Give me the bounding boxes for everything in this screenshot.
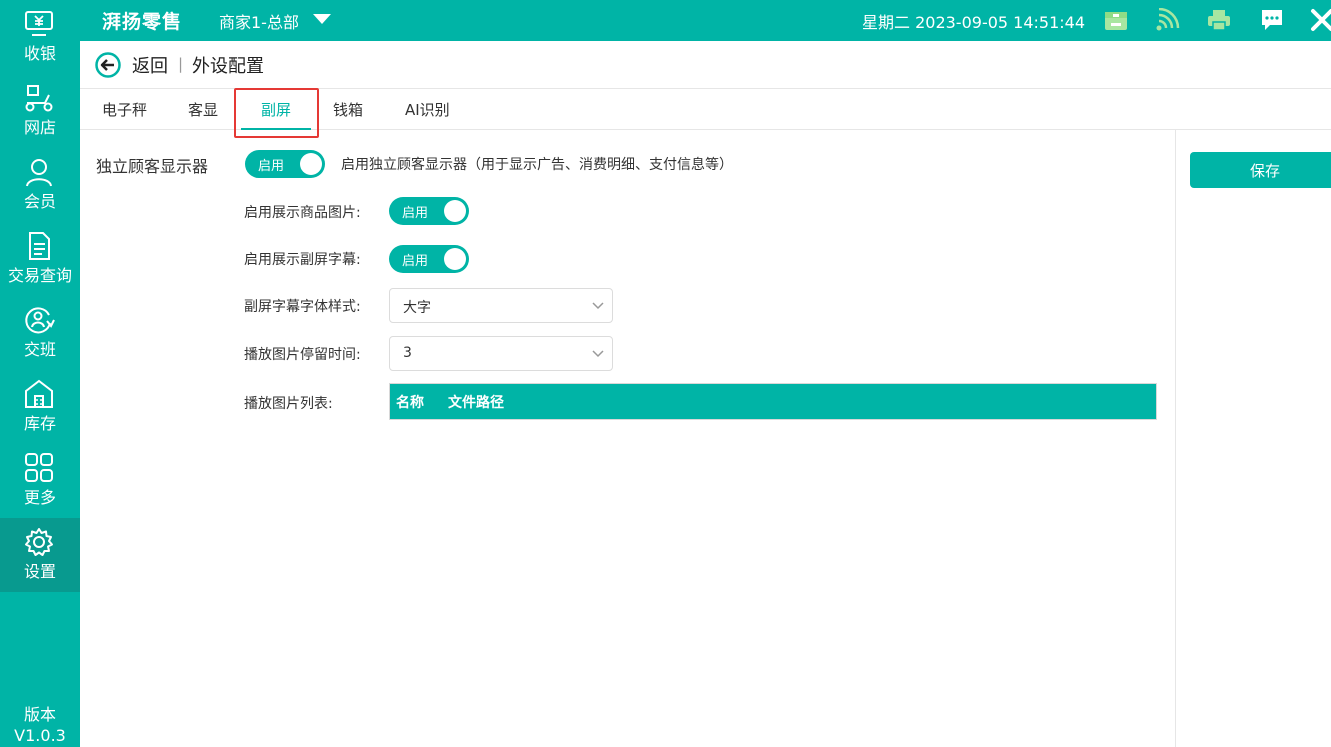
sidebar-item-inventory[interactable]: 库存 [0, 370, 80, 444]
toggle-label: 启用 [402, 206, 429, 221]
column-header-name: 名称 [396, 395, 424, 411]
sidebar-item-shift[interactable]: 交班 [0, 296, 80, 370]
grid-icon [25, 453, 53, 482]
top-bar: 湃扬零售 商家1-总部 星期二 2023-09-05 14:51:44 [0, 0, 1331, 41]
chevron-down-icon [592, 302, 604, 310]
scooter-icon [25, 85, 53, 112]
save-button[interactable]: 保存 [1190, 152, 1331, 188]
sidebar-item-label: 收银 [23, 44, 56, 63]
customer-display-toggle[interactable]: 启用 [245, 150, 325, 178]
toggle-label: 启用 [402, 254, 429, 269]
tab-customer-display[interactable]: 客显 [188, 99, 218, 120]
dwell-time-value: 3 [403, 345, 412, 361]
sidebar-item-settings[interactable]: 设置 [0, 518, 80, 592]
message-icon[interactable] [1259, 8, 1285, 32]
show-images-toggle[interactable]: 启用 [389, 197, 469, 225]
version-number: V1.0.3 [14, 726, 66, 745]
sidebar: 收银 网店 会员 交易查询 交班 库存 更多 设置 版本 V1.0.3 [0, 0, 80, 747]
toggle-knob [300, 153, 322, 175]
cash-drawer-icon[interactable] [1103, 8, 1129, 32]
sidebar-item-more[interactable]: 更多 [0, 444, 80, 518]
save-button-label: 保存 [1250, 162, 1281, 180]
sidebar-item-label: 交易查询 [7, 266, 72, 285]
show-subtitle-toggle[interactable]: 启用 [389, 245, 469, 273]
sidebar-item-label: 会员 [23, 192, 56, 211]
page-title: 外设配置 [192, 56, 264, 77]
sidebar-item-cashier[interactable]: 收银 [0, 0, 80, 74]
back-button[interactable]: 返回 [132, 52, 168, 78]
printer-icon[interactable] [1206, 8, 1232, 32]
dwell-time-label: 播放图片停留时间: [244, 347, 361, 363]
datetime-display: 星期二 2023-09-05 14:51:44 [862, 13, 1086, 32]
tab-cash-drawer[interactable]: 钱箱 [333, 99, 363, 120]
highlight-box [234, 88, 319, 138]
version-label: 版本 [23, 705, 56, 724]
font-style-label: 副屏字幕字体样式: [244, 299, 361, 315]
font-style-select[interactable]: 大字 [389, 288, 613, 323]
show-subtitle-label: 启用展示副屏字幕: [244, 252, 361, 268]
chevron-down-icon [592, 350, 604, 358]
sidebar-item-label: 网店 [23, 118, 56, 137]
app-brand: 湃扬零售 [102, 11, 183, 33]
toggle-knob [444, 200, 466, 222]
tab-electronic-scale[interactable]: 电子秤 [102, 99, 147, 120]
back-arrow-icon[interactable] [95, 52, 121, 78]
document-icon [29, 232, 50, 260]
panel-divider [1175, 130, 1176, 747]
breadcrumb-separator: | [178, 55, 184, 73]
sidebar-item-transactions[interactable]: 交易查询 [0, 222, 80, 296]
image-list-table: 名称 文件路径 [389, 383, 1157, 420]
sidebar-item-online-store[interactable]: 网店 [0, 74, 80, 148]
close-icon[interactable] [1309, 8, 1331, 32]
sidebar-item-member[interactable]: 会员 [0, 148, 80, 222]
tab-ai-recognition[interactable]: AI识别 [405, 99, 450, 120]
show-images-label: 启用展示商品图片: [244, 205, 361, 221]
caret-down-icon[interactable] [313, 14, 331, 24]
column-header-file-path: 文件路径 [448, 395, 504, 411]
sidebar-item-label: 交班 [23, 340, 56, 359]
image-list-label: 播放图片列表: [244, 396, 333, 412]
dwell-time-select[interactable]: 3 [389, 336, 613, 371]
toggle-knob [444, 248, 466, 270]
signal-icon[interactable] [1155, 8, 1181, 32]
cashier-icon [25, 11, 53, 36]
sidebar-item-label: 更多 [23, 488, 56, 507]
font-style-value: 大字 [403, 300, 431, 316]
customer-display-label: 独立顾客显示器 [96, 157, 209, 176]
page-header: 返回 | 外设配置 [80, 41, 1331, 89]
shift-icon [25, 307, 55, 334]
store-selector[interactable]: 商家1-总部 [219, 9, 299, 33]
user-icon [26, 159, 52, 187]
toggle-label: 启用 [258, 159, 285, 174]
sidebar-item-label: 库存 [23, 414, 56, 433]
gear-icon [25, 528, 53, 556]
sidebar-item-label: 设置 [23, 562, 56, 581]
customer-display-description: 启用独立顾客显示器（用于显示广告、消费明细、支付信息等） [341, 157, 733, 173]
warehouse-icon [25, 379, 53, 408]
